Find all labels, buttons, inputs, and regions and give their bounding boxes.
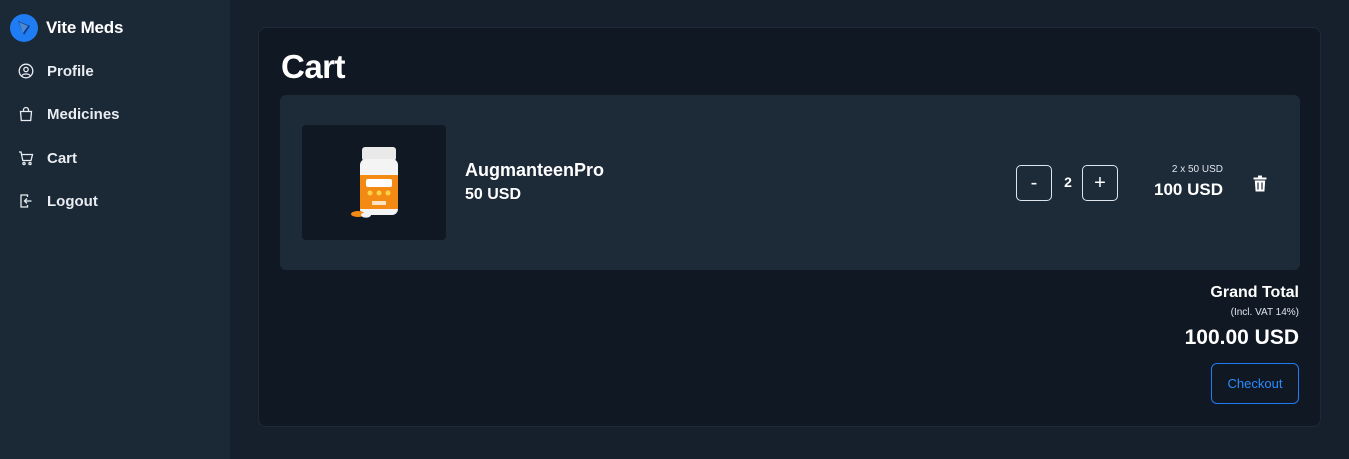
- shopping-bag-icon: [18, 106, 34, 122]
- sidebar-item-label: Logout: [47, 192, 98, 210]
- main-content: Cart AugmanteenPro 50 USD - 2 + 2 x 50 U…: [230, 0, 1349, 459]
- medicine-bottle-image: [351, 147, 398, 218]
- product-name: AugmanteenPro: [465, 160, 605, 180]
- brand[interactable]: Vite Meds: [10, 13, 123, 43]
- page-title: Cart: [281, 48, 346, 85]
- brand-name: Vite Meds: [46, 18, 124, 37]
- grand-total-label: Grand Total: [1210, 284, 1299, 301]
- logout-icon: [18, 193, 34, 209]
- sidebar-item-label: Medicines: [47, 105, 120, 123]
- line-total: 100 USD: [1154, 180, 1223, 199]
- sidebar-item-label: Profile: [47, 62, 94, 80]
- sidebar-item-logout[interactable]: Logout: [18, 190, 98, 212]
- user-circle-icon: [18, 63, 34, 79]
- checkout-button[interactable]: Checkout: [1211, 363, 1299, 404]
- increase-quantity-button[interactable]: +: [1082, 165, 1118, 201]
- sidebar-item-medicines[interactable]: Medicines: [18, 103, 120, 125]
- cart-item: AugmanteenPro 50 USD - 2 + 2 x 50 USD 10…: [280, 95, 1300, 270]
- quantity-value: 2: [1064, 174, 1072, 190]
- cart-card: Cart AugmanteenPro 50 USD - 2 + 2 x 50 U…: [258, 27, 1321, 427]
- cart-icon: [18, 150, 34, 166]
- sidebar-item-label: Cart: [47, 149, 78, 167]
- sidebar: Vite Meds Profile Medicines Cart Logout: [0, 0, 230, 459]
- trash-icon[interactable]: [1253, 175, 1269, 193]
- grand-total-value: 100.00 USD: [1184, 326, 1299, 349]
- product-price: 50 USD: [465, 186, 522, 203]
- decrease-quantity-button[interactable]: -: [1016, 165, 1052, 201]
- vite-meds-logo-icon: [10, 14, 38, 42]
- unit-price-breakdown: 2 x 50 USD: [1171, 164, 1223, 175]
- sidebar-item-profile[interactable]: Profile: [18, 60, 94, 82]
- vat-note: (Incl. VAT 14%): [1230, 307, 1299, 318]
- sidebar-item-cart[interactable]: Cart: [18, 147, 77, 169]
- product-image: [302, 125, 446, 240]
